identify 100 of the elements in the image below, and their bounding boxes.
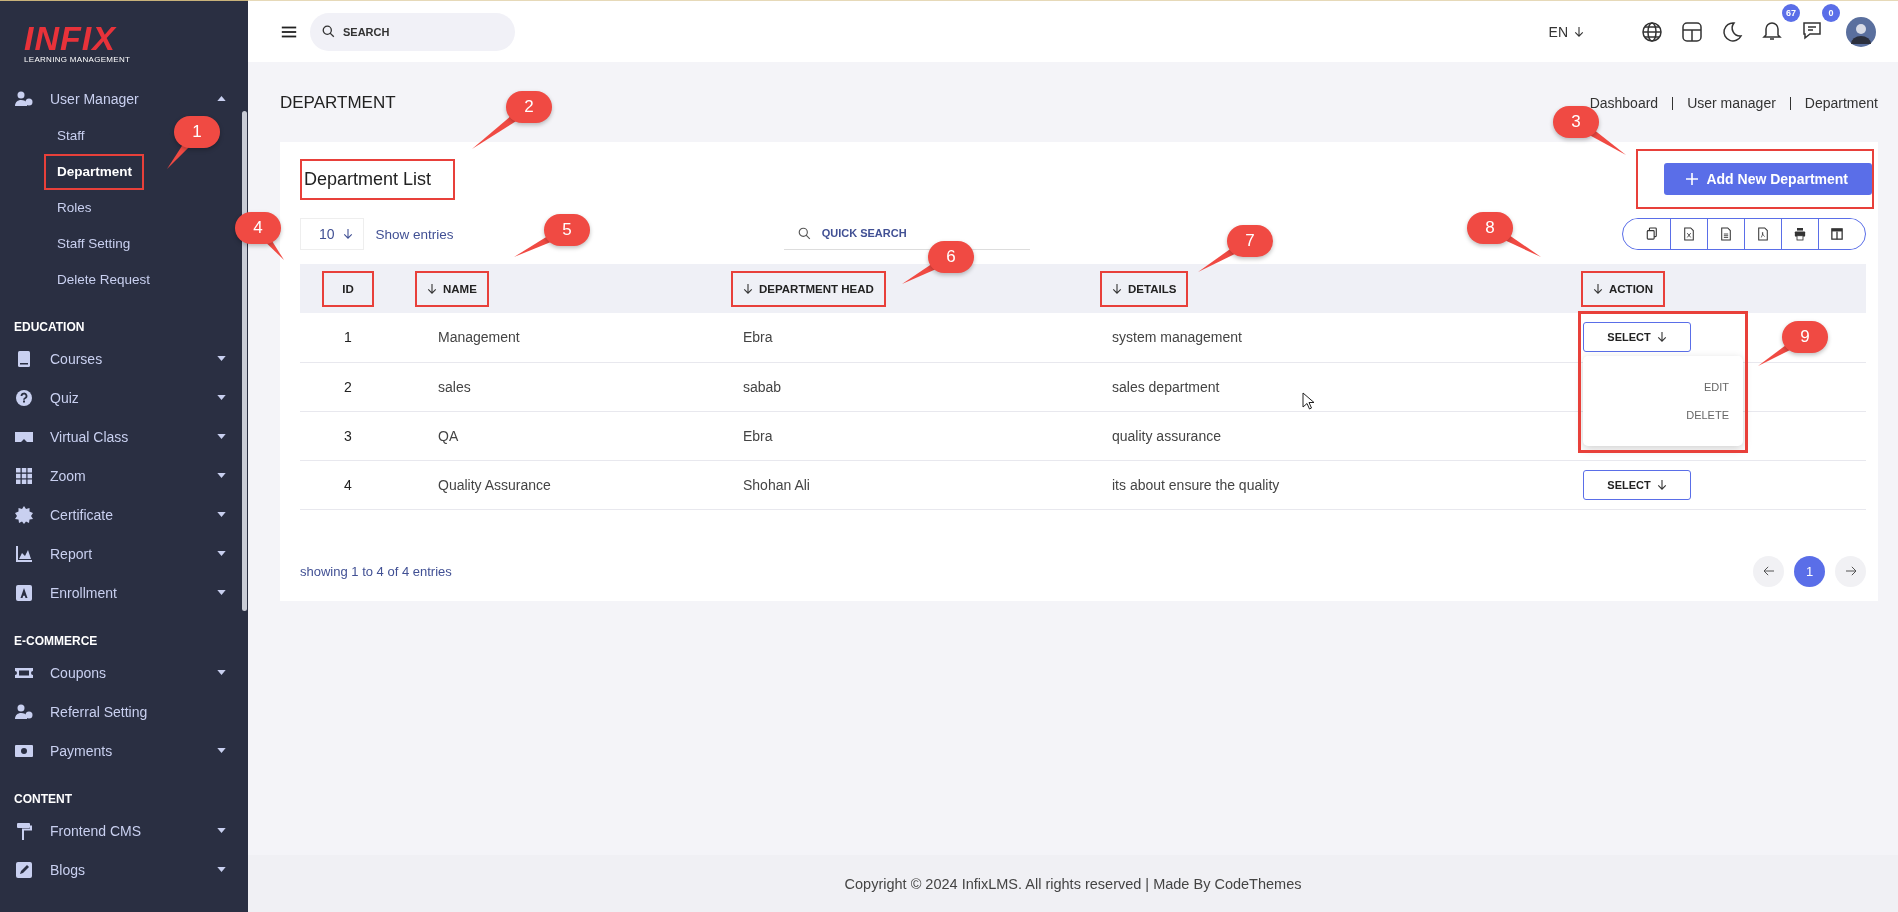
moon-icon[interactable] [1720,19,1744,44]
logo-wordmark: INFIX [24,23,116,53]
columns-export-button[interactable] [1818,219,1855,249]
page-button[interactable]: 1 [1794,555,1825,587]
submenu-item[interactable]: Roles [44,190,104,226]
scrollbar[interactable] [242,111,247,611]
arrow-down-icon [743,282,753,295]
table-cell: quality assurance [1112,427,1221,444]
globe-icon[interactable] [1640,19,1664,44]
add-department-button[interactable]: Add New Department [1664,163,1872,195]
table-cell: Ebra [743,329,773,346]
language-selector[interactable]: EN [1548,23,1584,40]
arrow-down-icon [1656,478,1667,491]
caret-down-icon [217,590,226,595]
table-cell: sales [438,378,471,395]
caret-down-icon [217,395,226,400]
sidebar-item[interactable]: User Manager [0,79,248,118]
chart-icon [14,543,34,564]
page-size-select[interactable]: 10 [300,218,364,250]
arrow-down-icon [342,228,353,240]
question-icon [14,387,34,408]
columns-icon [1831,227,1843,241]
table-cell: Ebra [743,427,773,444]
search-icon [797,227,811,240]
table-cell: QA [438,427,459,444]
badge-icon [14,504,34,525]
table-cell: sabab [743,378,782,395]
letter-icon [14,582,34,603]
table-cell: 1 [344,329,352,346]
sidebar-item[interactable]: Courses [0,339,248,378]
select-dropdown-button[interactable]: SELECT [1583,322,1691,353]
table-cell: Management [438,329,520,346]
arrow-left-icon [1762,566,1775,576]
submenu-item[interactable]: Delete Request [44,262,163,298]
callout-badge: 4 [235,212,281,244]
notification-count: 67 [1782,3,1800,22]
column-header[interactable]: DETAILS [1100,270,1189,307]
sidebar-item[interactable]: Blogs [0,850,248,889]
layout-icon[interactable] [1680,19,1704,44]
logo-tagline: LEARNING MANAGEMENT [24,55,131,64]
card-title: Department List [300,158,456,200]
select-dropdown-button[interactable]: SELECT [1583,469,1691,500]
arrow-down-icon [1656,331,1667,344]
sidebar-item[interactable]: Virtual Class [0,417,248,456]
table-cell: sales department [1112,378,1220,395]
entries-summary: showing 1 to 4 of 4 entries [300,563,452,579]
breadcrumb-link[interactable]: User manager [1687,95,1776,111]
show-entries-label: Show entries [375,226,454,242]
sidebar-item[interactable]: Quiz [0,378,248,417]
sidebar-item[interactable]: Certificate [0,495,248,534]
search-icon [322,24,335,38]
sidebar-item[interactable]: Frontend CMS [0,811,248,850]
copyright-text: Copyright © 2024 InfixLMS. All rights reserved | Made By CodeThemes [248,855,1898,912]
table-cell: its about ensure the quality [1112,476,1280,493]
menu-item[interactable]: DELETE [1686,409,1729,422]
caret-down-icon [217,434,226,439]
page-title: DEPARTMENT [280,93,396,113]
table-cell: 2 [344,378,352,395]
menu-item[interactable]: EDIT [1703,381,1729,394]
caret-down-icon [217,512,226,517]
caret-down-icon [217,551,226,556]
caret-down-icon [217,473,226,478]
roller-icon [14,820,34,841]
table-cell: 3 [344,427,352,444]
caret-down-icon [217,828,226,833]
plus-icon [1686,173,1699,185]
column-header[interactable]: ID [322,270,374,307]
pdf-file-icon [1757,227,1769,241]
submenu-item[interactable]: Department [44,154,144,190]
arrow-right-icon [1844,566,1857,576]
column-header[interactable]: NAME [415,270,489,307]
message-count: 0 [1822,3,1840,22]
submenu-item[interactable]: Staff Setting [44,226,143,262]
arrow-down-icon [1574,25,1584,38]
copy-icon [1645,227,1658,241]
breadcrumb-link[interactable]: Department [1804,95,1878,111]
table-cell: system management [1112,329,1242,346]
sidebar-item[interactable]: Zoom [0,456,248,495]
caret-down-icon [217,356,226,361]
table-cell: 4 [344,476,352,493]
avatar[interactable] [1846,16,1876,47]
arrow-down-icon [427,282,437,295]
sidebar-item[interactable]: Payments [0,731,248,770]
callout-badge: 2 [506,91,552,123]
column-header[interactable]: ACTION [1581,270,1666,307]
search-field[interactable]: SEARCH [310,12,515,51]
sidebar-item[interactable]: Coupons [0,653,248,692]
column-header[interactable]: DEPARTMENT HEAD [731,270,886,307]
table-cell: Shohan Ali [743,476,810,493]
sidebar-item[interactable]: Enrollment [0,573,248,612]
arrow-down-icon [1593,282,1603,295]
sidebar-item[interactable]: Report [0,534,248,573]
arrow-down-icon [1112,282,1122,295]
sidebar-item[interactable]: Referral Setting [0,692,248,731]
grid-icon [14,465,34,486]
submenu-item[interactable]: Staff [44,118,97,154]
spreadsheet-file-icon [1683,227,1695,241]
caret-up-icon [217,96,226,101]
document-icon [1720,227,1732,241]
mouse-cursor-icon [1302,392,1314,410]
